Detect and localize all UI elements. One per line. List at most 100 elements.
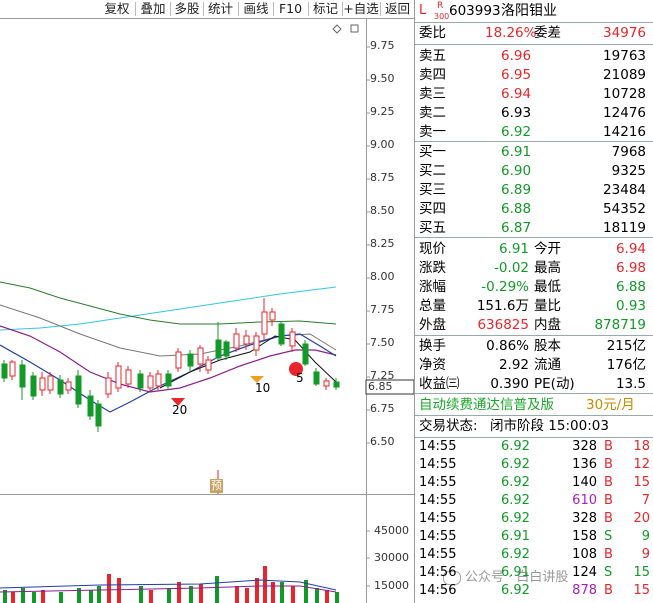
stat-value: -0.02 [494,260,529,276]
stock-code: 603993 [449,3,501,19]
toolbar-tongji-button[interactable]: 统计 [204,0,237,18]
ask-volume: 14216 [603,124,646,140]
toolbar-biaoji-button[interactable]: 标记 [309,0,342,18]
ask-price: 6.96 [501,48,532,64]
toolbar-huaxian-button[interactable]: 画线 [239,0,273,18]
tick-price: 6.91 [501,529,530,544]
stat-row: 涨幅 -0.29% 最低 6.88 [415,278,653,297]
bid-price: 6.89 [501,182,532,198]
tick-price: 6.91 [501,565,530,580]
tick-price: 6.92 [501,583,530,598]
ask-row[interactable]: 卖三 6.94 10728 [415,85,653,104]
tick-count: 15 [633,475,650,490]
tick-side: B [604,511,613,526]
promo-banner[interactable]: 自动续费通达信普及版 30元/月 [415,396,653,415]
bid-level-label: 买三 [419,182,446,198]
tick-side: B [604,475,613,490]
ask-volume: 12476 [603,105,646,121]
fund-label: 股本 [534,338,561,354]
tick-row[interactable]: 14:56 6.91 124 S 15 [415,564,653,582]
toolbar-add-watchlist-button[interactable]: +自选 [342,0,380,18]
predict-marker[interactable]: 预 [210,479,223,493]
tick-count: 9 [641,529,650,544]
bid-row[interactable]: 买二 6.90 9325 [415,162,653,181]
stat-label: 今开 [534,241,561,257]
ask-price: 6.95 [501,67,532,83]
toolbar-duogu-button[interactable]: 多股 [171,0,203,18]
tick-row[interactable]: 14:55 6.92 610 B 7 [415,492,653,510]
ask-price: 6.94 [501,86,532,102]
stat-row: 涨跌 -0.02 最高 6.98 [415,259,653,278]
stat-label: 最高 [534,260,561,276]
tick-row[interactable]: 14:55 6.92 108 B 9 [415,546,653,564]
divider [415,415,653,416]
marker-20-label: 20 [172,403,188,417]
toolbar-fuquan-button[interactable]: 复权 [100,0,134,18]
tick-row[interactable]: 14:55 6.92 328 B 18 [415,438,653,456]
stat-value: 6.94 [615,241,646,257]
kline-chart-area[interactable]: 复权 叠加 多股 统计 画线 F10 标记 +自选 返回 9.75 9.50 9… [0,0,414,603]
price-tick: 7.50 [370,336,395,349]
fund-row: 收益㈢ 0.390 PE(动) 13.5 [415,375,653,394]
tick-row[interactable]: 14:55 6.92 140 B 15 [415,474,653,492]
ask-row[interactable]: 卖五 6.96 19763 [415,47,653,66]
toolbar-diejia-button[interactable]: 叠加 [136,0,170,18]
ask-level-label: 卖五 [419,48,446,64]
tick-row[interactable]: 14:55 6.92 136 B 12 [415,456,653,474]
tick-volume: 140 [572,475,597,490]
ask-level-label: 卖四 [419,67,446,83]
stat-row: 总量 151.6万 量比 0.93 [415,297,653,316]
tick-time: 14:55 [419,493,457,508]
fund-value: 215亿 [606,338,646,354]
tick-price: 6.92 [501,493,530,508]
stat-label: 涨跌 [419,260,446,276]
ask-row[interactable]: 卖二 6.93 12476 [415,104,653,123]
stat-value: 151.6万 [476,298,529,314]
tick-side: B [604,457,613,472]
ask-volume: 21089 [603,67,646,83]
tick-time: 14:56 [419,565,457,580]
bid-row[interactable]: 买四 6.88 54352 [415,200,653,219]
bid-level-label: 买四 [419,201,446,217]
ask-level-label: 卖三 [419,86,446,102]
promo-price[interactable]: 30元/月 [586,396,635,415]
ma-line-green [0,281,337,325]
divider [415,44,653,45]
tick-volume: 108 [572,547,597,562]
bid-price: 6.90 [501,163,532,179]
window-toggle-icon[interactable] [350,24,359,33]
badge-l: L [419,3,427,18]
tick-time: 14:55 [419,439,457,454]
diamond-icon[interactable] [332,24,342,34]
promo-text[interactable]: 自动续费通达信普及版 [419,396,554,415]
tick-volume: 878 [572,583,597,598]
bid-price: 6.87 [501,220,532,236]
tick-volume: 124 [572,565,597,580]
tick-side: S [604,565,613,580]
fund-label: 换手 [419,338,446,354]
fund-row: 换手 0.86% 股本 215亿 [415,337,653,356]
tick-count: 20 [633,511,650,526]
toolbar-back-button[interactable]: 返回 [381,0,414,18]
tick-count: 7 [641,493,650,508]
stock-header: L R 300 603993 洛阳钼业 [415,0,653,22]
tick-row[interactable]: 14:55 6.91 158 S 9 [415,528,653,546]
tick-side: B [604,547,613,562]
trade-status-value: 闭市阶段 15:00:03 [490,418,609,434]
tick-side: B [604,583,613,598]
ask-row[interactable]: 卖四 6.95 21089 [415,66,653,85]
kline-chart-svg[interactable] [0,0,414,603]
bid-row[interactable]: 买一 6.91 7968 [415,143,653,162]
quote-panel: L R 300 603993 洛阳钼业 委比 18.26% 委差 34976 自… [414,0,653,603]
bid-row[interactable]: 买三 6.89 23484 [415,181,653,200]
tick-volume: 158 [572,529,597,544]
toolbar-f10-button[interactable]: F10 [274,0,307,18]
tick-row[interactable]: 14:56 6.92 878 B 15 [415,582,653,600]
trade-status-label: 交易状态: [419,418,478,434]
stat-label: 最低 [534,279,561,295]
bid-volume: 7968 [611,144,646,160]
ask-level-label: 卖一 [419,124,446,140]
tick-row[interactable]: 14:55 6.92 328 B 20 [415,510,653,528]
ask-row[interactable]: 卖一 6.92 14216 [415,123,653,142]
bid-row[interactable]: 买五 6.87 18119 [415,219,653,238]
